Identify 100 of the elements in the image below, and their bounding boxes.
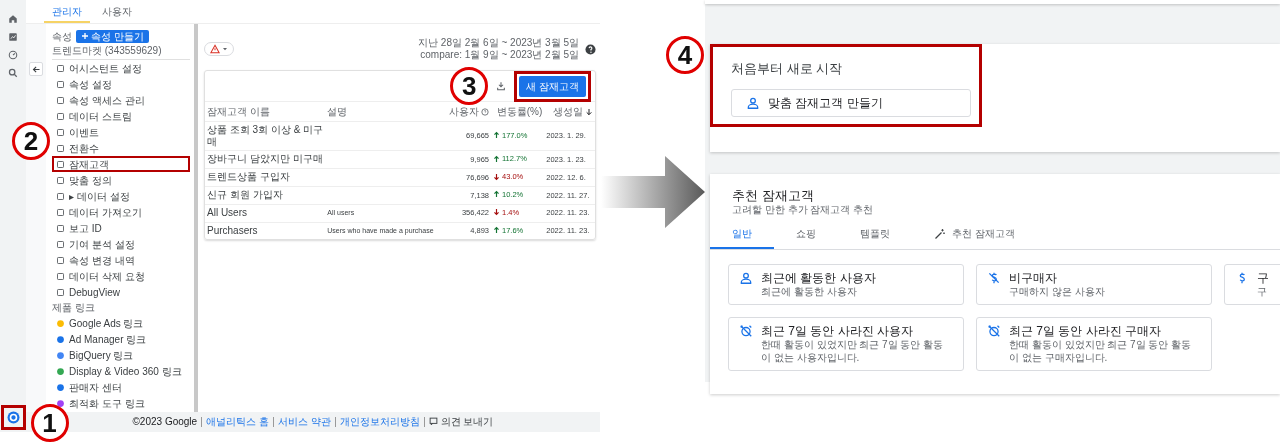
sidebar-item[interactable]: BigQuery 링크: [52, 347, 190, 363]
square-icon: [56, 191, 65, 201]
help-icon[interactable]: [585, 43, 596, 55]
property-label: 속성: [52, 29, 72, 44]
feedback-icon: [428, 417, 438, 426]
sidebar-item[interactable]: 판매자 센터: [52, 379, 190, 395]
sidebar-item[interactable]: 속성 설정: [52, 76, 190, 92]
plus-icon: [81, 32, 89, 40]
column-header: 잠재고객 이름: [207, 105, 270, 119]
settings-icon[interactable]: [6, 411, 20, 424]
search-icon[interactable]: [8, 68, 18, 78]
sidebar-item[interactable]: 데이터 스트림: [52, 108, 190, 124]
new-audience-button[interactable]: 새 잠재고객: [519, 75, 586, 97]
square-icon: [56, 223, 65, 233]
audience-option[interactable]: 최근 7일 동안 사라진 구매자 한때 활동이 있었지만 최근 7일 동안 활동이 없는 구매자입니다.: [976, 317, 1212, 371]
tab[interactable]: 추천 잠재고객: [912, 220, 1037, 249]
sidebar-item[interactable]: 잠재고객: [52, 156, 190, 172]
table-cell: Purchasers: [205, 222, 326, 240]
tab[interactable]: 템플릿: [838, 220, 912, 249]
square-icon: [56, 79, 65, 89]
audience-option[interactable]: 최근에 활동한 사용자 최근에 활동한 사용자: [728, 264, 964, 305]
download-icon[interactable]: [496, 81, 507, 91]
tab[interactable]: 쇼핑: [774, 220, 838, 249]
copyright-text: ©2023 Google: [131, 417, 199, 427]
audience-option[interactable]: 구 구: [1224, 264, 1280, 305]
chart-icon[interactable]: [8, 32, 18, 42]
sidebar-item[interactable]: 보고 ID: [52, 220, 190, 236]
magic-wand-icon: [934, 227, 946, 240]
create-property-button[interactable]: 속성 만들기: [76, 29, 149, 43]
gauge-icon[interactable]: [8, 50, 18, 60]
circle-icon: [56, 318, 65, 328]
footer-link[interactable]: 서비스 약관: [272, 417, 335, 427]
crossed-alarm-icon: [739, 324, 753, 338]
crossed-dollar-icon: [987, 271, 1001, 285]
circle-icon: [56, 334, 65, 344]
column-header: 사용자: [449, 105, 479, 119]
sidebar-item[interactable]: 속성 액세스 관리: [52, 92, 190, 108]
person-icon: [739, 271, 753, 285]
section-subtitle: 고려할 만한 추가 잠재고객 추천: [731, 204, 875, 216]
square-icon: [56, 207, 65, 217]
sidebar-item[interactable]: 데이터 가져오기: [52, 204, 190, 220]
circle-icon: [56, 398, 65, 408]
sidebar-item[interactable]: DebugView: [52, 284, 190, 300]
square-icon: [56, 271, 65, 281]
sidebar-item[interactable]: 속성 변경 내역: [52, 252, 190, 268]
footer-link[interactable]: 개인정보처리방침: [334, 417, 424, 427]
table-cell: 신규 회원 가입자: [205, 186, 326, 205]
square-icon: [56, 255, 65, 265]
square-icon: [56, 127, 65, 137]
step-number: 3: [450, 66, 489, 105]
sidebar-item[interactable]: ▸ 데이터 설정: [52, 188, 190, 204]
square-icon: [56, 175, 65, 185]
sidebar-item[interactable]: Google Ads 링크: [52, 315, 190, 331]
step-number: 4: [666, 36, 704, 74]
crossed-alarm-icon: [987, 324, 1001, 338]
date-range-text[interactable]: 지난 28일 2월 6일 ~ 2023년 3월 5일: [418, 37, 579, 49]
square-icon: [56, 95, 65, 105]
circle-icon: [56, 382, 65, 392]
sidebar-item[interactable]: 맞춤 정의: [52, 172, 190, 188]
sidebar-item[interactable]: 어시스턴트 설정: [52, 60, 190, 76]
square-icon: [56, 143, 65, 153]
sort-arrow-icon: [585, 107, 593, 116]
audience-option[interactable]: 비구매자 구매하지 않은 사용자: [976, 264, 1212, 305]
step-number: 2: [12, 122, 50, 160]
circle-icon: [56, 350, 65, 360]
table-cell: 상품 조회 3회 이상 & 미구매: [205, 121, 326, 151]
square-icon: [56, 63, 65, 73]
table-cell: 장바구니 담았지만 미구매: [205, 150, 326, 169]
section-title: 처음부터 새로 시작: [731, 60, 844, 78]
sidebar-item[interactable]: Display & Video 360 링크: [52, 363, 190, 379]
alert-button[interactable]: [204, 42, 234, 56]
circle-icon: [56, 366, 65, 376]
back-button[interactable]: [29, 62, 43, 76]
square-icon: [56, 159, 65, 169]
table-cell: 트렌드상품 구입자: [205, 168, 326, 187]
tab[interactable]: 사용자: [94, 3, 140, 23]
column-header: 설명: [327, 105, 348, 119]
table-cell: All Users: [205, 204, 326, 222]
feedback-link[interactable]: 의견 보내기: [423, 417, 498, 427]
help-icon: [481, 107, 489, 116]
sidebar-item[interactable]: 전환수: [52, 140, 190, 156]
footer-link[interactable]: 애널리틱스 홈: [201, 417, 273, 427]
comparison-range-text: compare: 1월 9일 ~ 2023년 2월 5일: [419, 49, 579, 61]
tab[interactable]: 일반: [710, 220, 774, 249]
sidebar-item[interactable]: 데이터 삭제 요청: [52, 268, 190, 284]
column-header: 생성일: [553, 105, 583, 119]
warning-icon: [210, 44, 220, 54]
home-icon[interactable]: [8, 14, 18, 24]
create-audience-button[interactable]: 맞춤 잠재고객 만들기: [731, 88, 971, 117]
section-title: 추천 잠재고객: [731, 188, 815, 204]
section-label: 제품 링크: [52, 301, 96, 315]
column-header: 변동률(%): [496, 105, 543, 119]
audience-option[interactable]: 최근 7일 동안 사라진 사용자 한때 활동이 있었지만 최근 7일 동안 활동이 없는 사용자입니다.: [728, 317, 964, 371]
square-icon: [56, 287, 65, 297]
caret-icon: [222, 46, 228, 52]
sidebar-item[interactable]: 기여 분석 설정: [52, 236, 190, 252]
sidebar-item[interactable]: 이벤트: [52, 124, 190, 140]
square-icon: [56, 111, 65, 121]
sidebar-item[interactable]: Ad Manager 링크: [52, 331, 190, 347]
property-name: 트렌드마켓 (343559629): [52, 44, 190, 60]
